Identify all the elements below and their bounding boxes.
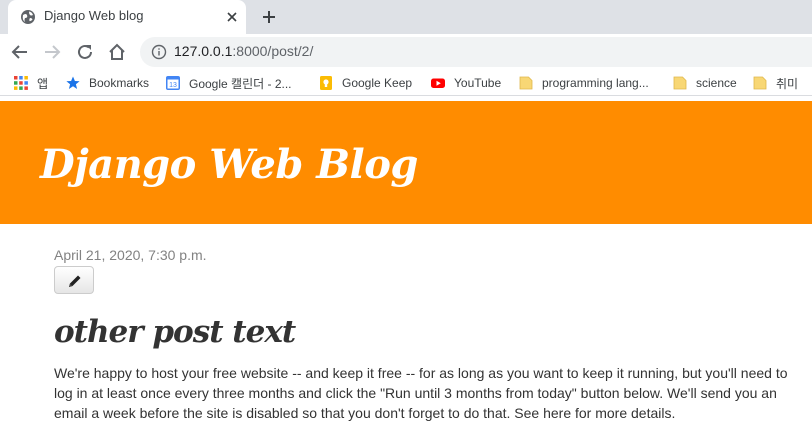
url-path: :8000/post/2/ xyxy=(232,43,314,59)
bookmarks-bar: 앱 Bookmarks 13 Google 캘린더 - 2... Google … xyxy=(0,70,812,96)
bookmark-label: 취미 xyxy=(776,76,799,91)
forward-icon[interactable] xyxy=(41,41,63,63)
bookmark-folder-hobby[interactable]: 취미 xyxy=(753,74,798,92)
bookmark-label: programming lang... xyxy=(542,76,649,90)
page-viewport: Django Web Blog April 21, 2020, 7:30 p.m… xyxy=(0,101,812,436)
tab-strip: Django Web blog xyxy=(0,0,812,34)
bookmark-label: science xyxy=(696,76,737,90)
bookmark-google-calendar[interactable]: 13 Google 캘린더 - 2... xyxy=(166,74,292,92)
bookmark-label: YouTube xyxy=(454,76,502,90)
star-icon xyxy=(66,76,80,89)
youtube-icon xyxy=(431,78,445,88)
bookmark-label: Bookmarks xyxy=(89,76,150,90)
new-tab-icon[interactable] xyxy=(259,7,279,27)
globe-icon xyxy=(21,10,35,24)
info-icon[interactable] xyxy=(151,44,167,60)
bookmark-label: Google Keep xyxy=(342,76,413,90)
bookmark-label: Google 캘린더 - 2... xyxy=(189,76,292,91)
bookmark-bookmarks[interactable]: Bookmarks xyxy=(66,74,149,92)
reload-icon[interactable] xyxy=(74,41,96,63)
site-header: Django Web Blog xyxy=(0,101,812,224)
edit-post-button[interactable] xyxy=(54,266,94,294)
folder-icon xyxy=(519,76,533,90)
close-tab-icon[interactable] xyxy=(224,9,240,25)
bookmark-google-keep[interactable]: Google Keep xyxy=(319,74,412,92)
url-text: 127.0.0.1:8000/post/2/ xyxy=(174,43,313,59)
post-title: other post text xyxy=(54,314,296,350)
apps-grid-icon xyxy=(14,76,28,90)
folder-icon xyxy=(753,76,767,90)
tab-title: Django Web blog xyxy=(44,8,144,23)
url-host: 127.0.0.1 xyxy=(174,43,233,59)
address-bar[interactable]: 127.0.0.1:8000/post/2/ xyxy=(140,37,812,67)
bookmark-folder-science[interactable]: science xyxy=(673,74,737,92)
calendar-icon-number: 13 xyxy=(169,82,177,89)
post-date: April 21, 2020, 7:30 p.m. xyxy=(54,247,207,263)
browser-toolbar: 127.0.0.1:8000/post/2/ xyxy=(0,34,812,70)
bookmark-apps[interactable]: 앱 xyxy=(14,74,48,92)
back-icon[interactable] xyxy=(9,41,31,63)
home-icon[interactable] xyxy=(106,41,128,63)
post-body: We're happy to host your free website --… xyxy=(54,365,788,421)
bookmark-label: 앱 xyxy=(37,76,49,91)
site-title-link[interactable]: Django Web Blog xyxy=(40,141,418,188)
pencil-icon xyxy=(69,275,81,287)
calendar-icon: 13 xyxy=(166,76,180,90)
bookmark-folder-programming[interactable]: programming lang... xyxy=(519,74,649,92)
keep-icon xyxy=(320,76,332,90)
browser-tab[interactable]: Django Web blog xyxy=(8,0,246,34)
bookmark-youtube[interactable]: YouTube xyxy=(431,74,501,92)
folder-icon xyxy=(673,76,687,90)
